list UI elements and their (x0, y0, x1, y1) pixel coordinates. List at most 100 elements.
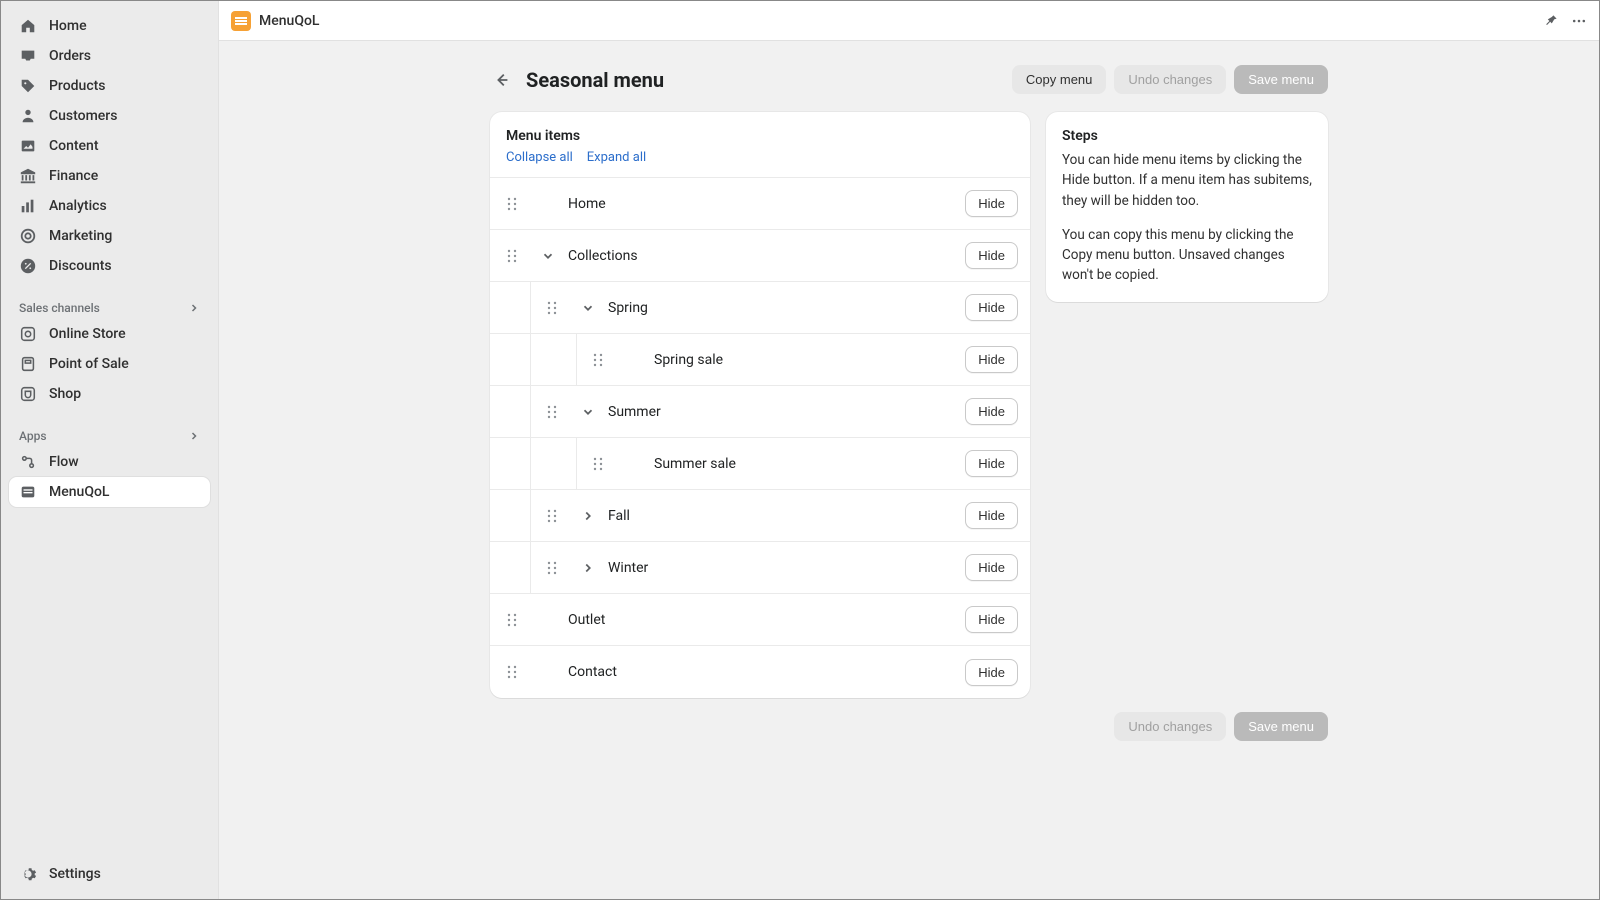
chevron-right-icon[interactable] (574, 561, 602, 575)
expand-all-link[interactable]: Expand all (587, 150, 646, 165)
sidebar-item-label: MenuQoL (49, 484, 109, 500)
tag-icon (19, 77, 37, 95)
sidebar-item-home[interactable]: Home (9, 11, 210, 41)
card-title: Menu items (506, 128, 1014, 144)
sidebar-item-label: Customers (49, 108, 117, 124)
chevron-right-icon[interactable] (574, 509, 602, 523)
chevron-down-icon[interactable] (574, 405, 602, 419)
pin-icon[interactable] (1543, 13, 1559, 29)
sidebar-item-analytics[interactable]: Analytics (9, 191, 210, 221)
drag-handle-icon[interactable] (576, 457, 620, 471)
sidebar-item-label: Settings (49, 866, 101, 882)
menu-row-fall: Fall Hide (490, 490, 1030, 542)
discount-icon (19, 257, 37, 275)
steps-card: Steps You can hide menu items by clickin… (1046, 112, 1328, 302)
sidebar-item-label: Point of Sale (49, 356, 129, 372)
drag-handle-icon[interactable] (576, 353, 620, 367)
drag-handle-icon[interactable] (530, 301, 574, 315)
undo-changes-button-bottom[interactable]: Undo changes (1114, 712, 1226, 741)
menu-row-spring: Spring Hide (490, 282, 1030, 334)
steps-paragraph: You can hide menu items by clicking the … (1062, 150, 1312, 211)
sidebar-item-pos[interactable]: Point of Sale (9, 349, 210, 379)
topbar: MenuQoL (219, 1, 1599, 41)
menu-row-outlet: Outlet Hide (490, 594, 1030, 646)
menu-item-label: Spring (602, 300, 965, 316)
menu-row-summer-sale: Summer sale Hide (490, 438, 1030, 490)
menu-item-label: Contact (562, 664, 965, 680)
sidebar-item-label: Flow (49, 454, 79, 470)
save-menu-button-bottom[interactable]: Save menu (1234, 712, 1328, 741)
menu-item-label: Winter (602, 560, 965, 576)
app-logo-icon (231, 11, 251, 31)
collapse-all-link[interactable]: Collapse all (506, 150, 573, 165)
steps-paragraph: You can copy this menu by clicking the C… (1062, 225, 1312, 286)
sidebar-item-customers[interactable]: Customers (9, 101, 210, 131)
hide-button[interactable]: Hide (965, 554, 1018, 581)
hide-button[interactable]: Hide (965, 659, 1018, 686)
more-icon[interactable] (1571, 13, 1587, 29)
hide-button[interactable]: Hide (965, 346, 1018, 373)
menu-item-label: Summer (602, 404, 965, 420)
page-title: Seasonal menu (526, 68, 1000, 92)
image-icon (19, 137, 37, 155)
sidebar-item-marketing[interactable]: Marketing (9, 221, 210, 251)
menu-item-label: Spring sale (648, 352, 965, 368)
sidebar-item-shop[interactable]: Shop (9, 379, 210, 409)
sidebar-item-settings[interactable]: Settings (9, 859, 210, 889)
back-button[interactable] (490, 68, 514, 92)
hide-button[interactable]: Hide (965, 502, 1018, 529)
sidebar-item-label: Content (49, 138, 99, 154)
menu-row-spring-sale: Spring sale Hide (490, 334, 1030, 386)
bank-icon (19, 167, 37, 185)
sidebar-item-online-store[interactable]: Online Store (9, 319, 210, 349)
chevron-right-icon (188, 430, 200, 442)
flow-icon (19, 453, 37, 471)
sidebar-item-orders[interactable]: Orders (9, 41, 210, 71)
menu-row-contact: Contact Hide (490, 646, 1030, 698)
sidebar-item-label: Orders (49, 48, 91, 64)
drag-handle-icon[interactable] (530, 405, 574, 419)
gear-icon (19, 865, 37, 883)
sidebar-item-products[interactable]: Products (9, 71, 210, 101)
hide-button[interactable]: Hide (965, 450, 1018, 477)
sidebar: Home Orders Products Customers Content F… (1, 1, 219, 899)
store-icon (19, 325, 37, 343)
hide-button[interactable]: Hide (965, 398, 1018, 425)
drag-handle-icon[interactable] (490, 613, 534, 627)
menu-item-label: Collections (562, 248, 965, 264)
chevron-right-icon (188, 302, 200, 314)
shop-icon (19, 385, 37, 403)
chevron-down-icon[interactable] (574, 301, 602, 315)
sidebar-item-label: Finance (49, 168, 98, 184)
drag-handle-icon[interactable] (530, 509, 574, 523)
hide-button[interactable]: Hide (965, 294, 1018, 321)
sidebar-item-content[interactable]: Content (9, 131, 210, 161)
sidebar-item-label: Products (49, 78, 106, 94)
menu-row-collections: Collections Hide (490, 230, 1030, 282)
sidebar-item-flow[interactable]: Flow (9, 447, 210, 477)
menu-row-summer: Summer Hide (490, 386, 1030, 438)
drag-handle-icon[interactable] (530, 561, 574, 575)
sidebar-section-channels[interactable]: Sales channels (9, 293, 210, 319)
sidebar-item-label: Home (49, 18, 87, 34)
drag-handle-icon[interactable] (490, 249, 534, 263)
sidebar-section-apps[interactable]: Apps (9, 421, 210, 447)
chevron-down-icon[interactable] (534, 249, 562, 263)
hide-button[interactable]: Hide (965, 242, 1018, 269)
copy-menu-button[interactable]: Copy menu (1012, 65, 1106, 94)
sidebar-item-label: Shop (49, 386, 81, 402)
drag-handle-icon[interactable] (490, 197, 534, 211)
hide-button[interactable]: Hide (965, 190, 1018, 217)
sidebar-item-menuqol[interactable]: MenuQoL (9, 477, 210, 507)
sidebar-item-finance[interactable]: Finance (9, 161, 210, 191)
inbox-icon (19, 47, 37, 65)
undo-changes-button[interactable]: Undo changes (1114, 65, 1226, 94)
hide-button[interactable]: Hide (965, 606, 1018, 633)
sidebar-item-label: Online Store (49, 326, 126, 342)
menu-item-label: Fall (602, 508, 965, 524)
steps-heading: Steps (1062, 128, 1312, 144)
drag-handle-icon[interactable] (490, 665, 534, 679)
pos-icon (19, 355, 37, 373)
save-menu-button[interactable]: Save menu (1234, 65, 1328, 94)
sidebar-item-discounts[interactable]: Discounts (9, 251, 210, 281)
